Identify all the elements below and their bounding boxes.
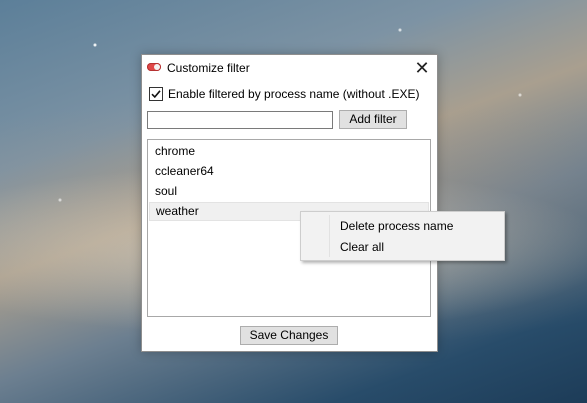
toggle-switch-icon [147,63,161,71]
enable-filter-checkbox[interactable] [149,87,163,101]
context-menu: Delete process name Clear all [300,211,505,261]
title-bar[interactable]: Customize filter ✕ [142,55,437,81]
window-title: Customize filter [167,61,250,75]
menu-item-clear-all[interactable]: Clear all [303,236,502,258]
close-button[interactable]: ✕ [407,55,437,81]
customize-filter-dialog: Customize filter ✕ Enable filtered by pr… [141,54,438,352]
process-name-input[interactable] [147,111,333,129]
list-item[interactable]: ccleaner64 [149,162,429,181]
checkmark-icon [151,90,161,99]
menu-item-delete-process-name[interactable]: Delete process name [303,215,502,237]
list-item[interactable]: chrome [149,142,429,161]
add-filter-button[interactable]: Add filter [339,110,407,129]
enable-filter-label: Enable filtered by process name (without… [168,87,420,101]
save-changes-button[interactable]: Save Changes [240,326,338,345]
list-item[interactable]: soul [149,182,429,201]
